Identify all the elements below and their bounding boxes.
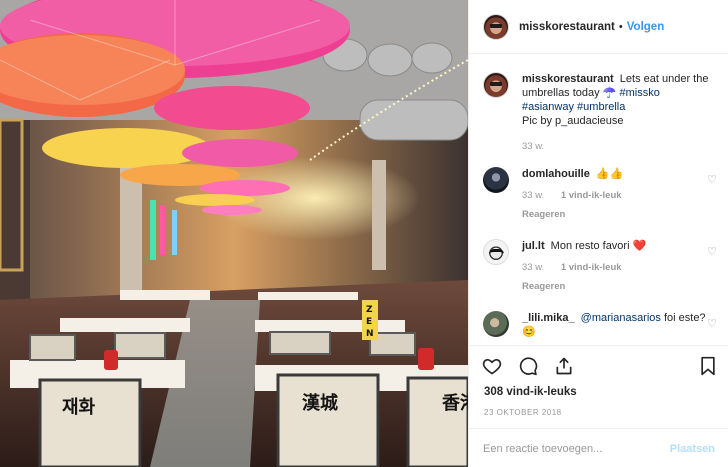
commenter-avatar[interactable] bbox=[483, 167, 509, 193]
chair-sign-3: 香港 bbox=[441, 393, 468, 414]
caption-time[interactable]: 33 w. bbox=[522, 141, 544, 152]
comment-row: _lili.mika_ @marianasarios foi este? 😊 ♡ bbox=[483, 311, 717, 339]
reply-button[interactable]: Reageren bbox=[522, 280, 717, 294]
avatar[interactable] bbox=[483, 13, 509, 40]
comments-list[interactable]: misskorestaurant Lets eat under the umbr… bbox=[469, 55, 728, 345]
hashtag-umbrella[interactable]: #umbrella bbox=[577, 101, 625, 113]
caption-credit: Pic by p_audacieuse bbox=[522, 115, 624, 127]
comment-likes[interactable]: 1 vind-ik-leuk bbox=[561, 190, 622, 201]
comment-like-icon[interactable]: ♡ bbox=[707, 319, 717, 330]
commenter-avatar[interactable] bbox=[483, 311, 509, 337]
post-sidebar: misskorestaurant • Volgen misskorestaura… bbox=[468, 0, 728, 467]
likes-count[interactable]: 308 vind-ik-leuks bbox=[484, 386, 577, 398]
caption: misskorestaurant Lets eat under the umbr… bbox=[483, 72, 717, 154]
restaurant-photo: 재화 漢城 香港 Z E N bbox=[0, 0, 468, 467]
share-icon[interactable] bbox=[554, 356, 574, 376]
comment-likes[interactable]: 1 vind-ik-leuk bbox=[561, 262, 622, 273]
comment-like-icon[interactable]: ♡ bbox=[707, 175, 717, 186]
separator-dot: • bbox=[618, 20, 623, 33]
zen-letter-n: N bbox=[366, 329, 374, 339]
comment-row: domlahouille 👍👍 33 w. 1 vind-ik-leuk Rea… bbox=[483, 167, 717, 222]
commenter-avatar[interactable] bbox=[483, 239, 509, 265]
add-comment-bar: Plaatsen bbox=[469, 428, 728, 467]
comment-text: 👍👍 bbox=[595, 168, 624, 180]
comment-time[interactable]: 33 w. bbox=[522, 262, 544, 273]
caption-username[interactable]: misskorestaurant bbox=[522, 73, 614, 85]
post-header: misskorestaurant • Volgen bbox=[469, 0, 728, 54]
zen-letter-z: Z bbox=[366, 305, 373, 315]
comment-like-icon[interactable]: ♡ bbox=[707, 247, 717, 258]
hashtag-asianway[interactable]: #asianway bbox=[522, 101, 574, 113]
heart-icon[interactable] bbox=[482, 356, 502, 376]
comment-username[interactable]: _lili.mika_ bbox=[522, 312, 575, 324]
bookmark-icon[interactable] bbox=[699, 356, 717, 376]
comment-icon[interactable] bbox=[518, 356, 538, 376]
post-comment-button[interactable]: Plaatsen bbox=[670, 443, 715, 455]
comment-input[interactable] bbox=[483, 442, 670, 455]
follow-button[interactable]: Volgen bbox=[627, 21, 664, 33]
comment-time[interactable]: 33 w. bbox=[522, 190, 544, 201]
caption-avatar[interactable] bbox=[483, 72, 509, 98]
chair-sign-2: 漢城 bbox=[302, 392, 338, 414]
header-username[interactable]: misskorestaurant bbox=[519, 21, 615, 33]
hashtag-missko[interactable]: #missko bbox=[619, 87, 659, 99]
post-date[interactable]: 23 OKTOBER 2018 bbox=[484, 408, 562, 417]
comment-username[interactable]: domlahouille bbox=[522, 168, 590, 180]
post-actions: 308 vind-ik-leuks 23 OKTOBER 2018 Plaats… bbox=[469, 345, 728, 467]
zen-letter-e: E bbox=[366, 317, 372, 327]
comment-text: Mon resto favori ❤️ bbox=[550, 240, 647, 252]
reply-button[interactable]: Reageren bbox=[522, 208, 717, 222]
comment-row: jul.lt Mon resto favori ❤️ 33 w. 1 vind-… bbox=[483, 239, 717, 294]
comment-mention[interactable]: @marianasarios bbox=[581, 312, 661, 324]
post-photo[interactable]: 재화 漢城 香港 Z E N bbox=[0, 0, 468, 467]
comment-username[interactable]: jul.lt bbox=[522, 240, 545, 252]
chair-sign-1: 재화 bbox=[62, 397, 96, 418]
